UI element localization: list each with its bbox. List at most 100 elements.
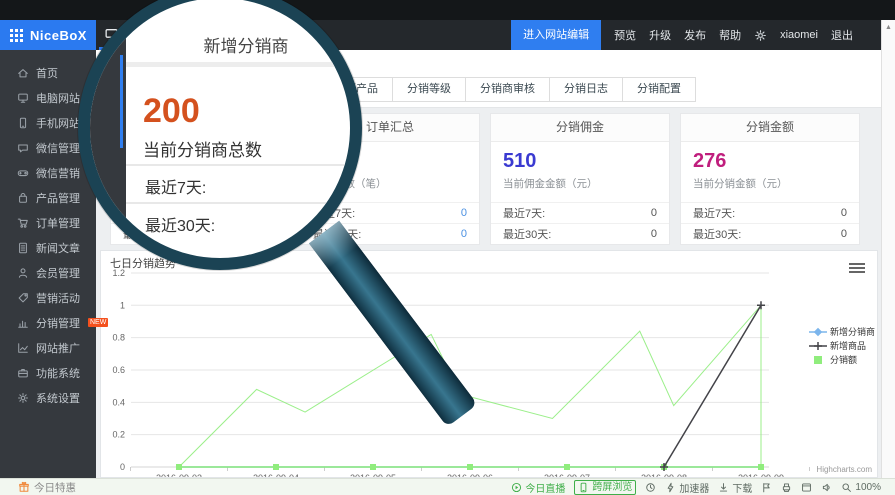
clock-icon xyxy=(645,482,656,493)
chart-icon xyxy=(17,317,29,329)
sidebar-item-label: 订单管理 xyxy=(36,215,80,231)
svg-text:0.4: 0.4 xyxy=(112,397,125,407)
sidebar-item-label: 营销活动 xyxy=(36,290,80,306)
bag-icon xyxy=(17,192,29,204)
tab-4[interactable]: 分销配置 xyxy=(622,77,696,102)
statusbar-item-window-icon[interactable] xyxy=(801,482,812,493)
grid-icon xyxy=(10,29,23,42)
sidebar-item-5[interactable]: 产品管理 xyxy=(0,185,96,210)
statusbar-item-今日直播[interactable]: 今日直播 xyxy=(511,480,565,495)
legend-label: 新增商品 xyxy=(830,339,866,352)
printer-icon xyxy=(781,482,792,493)
username[interactable]: xiaomei xyxy=(780,29,818,41)
legend-item-0[interactable]: 新增分销商 xyxy=(809,325,875,338)
card-number: 276 xyxy=(693,149,847,173)
card-row: 最近30天:0 xyxy=(491,223,669,244)
scroll-up-icon[interactable]: ▲ xyxy=(882,20,895,31)
chat-icon xyxy=(17,142,29,154)
gift-icon xyxy=(18,481,30,493)
sidebar-item-13[interactable]: 系统设置 xyxy=(0,385,96,410)
card-row-value[interactable]: 0 xyxy=(461,207,467,219)
publish-link[interactable]: 发布 xyxy=(684,27,706,43)
card-row-value[interactable]: 0 xyxy=(841,228,847,240)
statusbar-item-下载[interactable]: 下载 xyxy=(718,480,752,495)
tag-icon xyxy=(17,292,29,304)
svg-text:0.2: 0.2 xyxy=(112,430,125,440)
sidebar-item-label: 新闻文章 xyxy=(36,240,80,256)
sidebar-item-8[interactable]: 会员管理 xyxy=(0,260,96,285)
card-row-value[interactable]: 0 xyxy=(841,207,847,219)
monitor-icon xyxy=(17,92,29,104)
sidebar-item-0[interactable]: 首页 xyxy=(0,60,96,85)
chart-legend: 新增分销商新增商品分销额 xyxy=(809,325,875,366)
person-icon xyxy=(17,267,29,279)
card-row-value[interactable]: 0 xyxy=(651,207,657,219)
statusbar-item-加速器[interactable]: 加速器 xyxy=(665,480,709,495)
download-icon xyxy=(718,482,729,493)
card-title: 分销金额 xyxy=(681,114,859,142)
topbar-actions: 进入网站编辑 预览 升级 发布 帮助 xiaomei 退出 xyxy=(511,20,853,50)
sidebar-item-7[interactable]: 新闻文章 xyxy=(0,235,96,260)
daily-deal[interactable]: 今日特惠 xyxy=(18,480,76,495)
upgrade-link[interactable]: 升级 xyxy=(649,27,671,43)
statusbar-item-clock-icon[interactable] xyxy=(645,482,656,493)
magnified-card-number: 200 xyxy=(143,92,200,131)
svg-text:1.2: 1.2 xyxy=(112,268,125,278)
sidebar-item-label: 微信营销 xyxy=(36,165,80,181)
preview-link[interactable]: 预览 xyxy=(614,27,636,43)
vertical-scrollbar[interactable]: ▲ xyxy=(881,20,895,478)
briefcase-icon xyxy=(17,367,29,379)
sidebar-item-12[interactable]: 功能系统 xyxy=(0,360,96,385)
card-number: 510 xyxy=(503,149,657,173)
card-row: 最近7天:0 xyxy=(681,202,859,223)
sidebar-item-11[interactable]: 网站推广 xyxy=(0,335,96,360)
legend-label: 新增分销商 xyxy=(830,325,875,338)
magnifier-icon xyxy=(841,482,852,493)
card-caption: 当前佣金金额（元） xyxy=(503,176,657,191)
sidebar-item-label: 电脑网站 xyxy=(36,90,80,106)
gamepad-icon xyxy=(17,167,29,179)
svg-text:0: 0 xyxy=(120,462,125,472)
sidebar-item-6[interactable]: 订单管理 xyxy=(0,210,96,235)
svg-text:2016-09-08: 2016-09-08 xyxy=(641,473,687,477)
sidebar-item-label: 会员管理 xyxy=(36,265,80,281)
svg-text:0.6: 0.6 xyxy=(112,365,125,375)
tabs: 分销产品分销等级分销商审核分销日志分销配置 xyxy=(320,77,696,102)
settings-gear-icon[interactable] xyxy=(754,29,767,42)
enter-site-edit-button[interactable]: 进入网站编辑 xyxy=(511,20,601,50)
daily-deal-label: 今日特惠 xyxy=(34,480,76,495)
legend-label: 分销额 xyxy=(830,353,857,366)
statusbar-item-speaker-icon[interactable] xyxy=(821,482,832,493)
speaker-icon xyxy=(821,482,832,493)
svg-text:2016-09-04: 2016-09-04 xyxy=(253,473,299,477)
card-title: 分销佣金 xyxy=(491,114,669,142)
sidebar-item-9[interactable]: 营销活动 xyxy=(0,285,96,310)
dashboard-screen: NiceBoX 进入网站编辑 预览 升级 发布 帮助 xiaomei 退出 首页… xyxy=(0,0,895,495)
help-link[interactable]: 帮助 xyxy=(719,27,741,43)
svg-text:2016-09-05: 2016-09-05 xyxy=(350,473,396,477)
card-row: 最近30天:0 xyxy=(681,223,859,244)
statusbar-item-printer-icon[interactable] xyxy=(781,482,792,493)
card-row-value[interactable]: 0 xyxy=(651,228,657,240)
statusbar-item-flag-icon[interactable] xyxy=(761,482,772,493)
tab-3[interactable]: 分销日志 xyxy=(549,77,623,102)
card-row-value[interactable]: 0 xyxy=(461,228,467,240)
gift-icon xyxy=(18,481,30,493)
sidebar-item-10[interactable]: 分销管理NEW xyxy=(0,310,96,335)
tab-2[interactable]: 分销商审核 xyxy=(465,77,550,102)
logo[interactable]: NiceBoX xyxy=(0,20,96,50)
chart-panel: 七日分销趋势 00.20.40.60.811.22016-09-032016-0… xyxy=(100,250,878,478)
logout-link[interactable]: 退出 xyxy=(831,27,853,43)
cart-icon xyxy=(17,217,29,229)
logo-text: NiceBoX xyxy=(30,28,87,43)
legend-item-1[interactable]: 新增商品 xyxy=(809,339,875,352)
card-2: 分销佣金510当前佣金金额（元）最近7天:0最近30天:0 xyxy=(490,113,670,245)
statusbar: 今日特惠 今日直播跨屏浏览 加速器下载 100% xyxy=(0,478,895,495)
statusbar-item-跨屏浏览[interactable]: 跨屏浏览 xyxy=(574,480,636,495)
legend-item-2[interactable]: 分销额 xyxy=(809,353,875,366)
card-3: 分销金额276当前分销金额（元）最近7天:0最近30天:0 xyxy=(680,113,860,245)
tab-1[interactable]: 分销等级 xyxy=(392,77,466,102)
flag-icon xyxy=(761,482,772,493)
svg-text:2016-09-07: 2016-09-07 xyxy=(544,473,590,477)
statusbar-item-100%[interactable]: 100% xyxy=(841,482,881,493)
